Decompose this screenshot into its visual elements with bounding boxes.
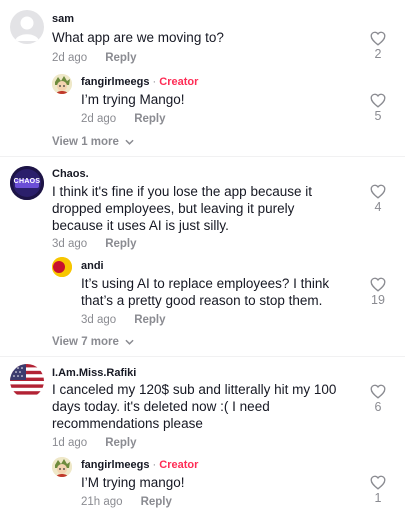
- like-count: 1: [374, 491, 382, 505]
- reply-meta: 3d ago Reply: [81, 314, 166, 326]
- view-more-replies-button[interactable]: View 1 more: [52, 136, 134, 148]
- like-button[interactable]: 4: [366, 184, 390, 214]
- reply-username-text: fangirlmeegs: [81, 76, 150, 88]
- badge-separator: ·: [152, 76, 157, 88]
- cartoon-avatar[interactable]: [52, 74, 72, 94]
- comment-text: I canceled my 120$ sub and litterally hi…: [52, 382, 337, 431]
- reply-text: I’m trying Mango!: [81, 92, 185, 107]
- reply-meta: 2d ago Reply: [81, 113, 166, 125]
- reply-text: It’s using AI to replace employees? I th…: [81, 276, 330, 308]
- like-count: 6: [374, 400, 382, 414]
- cartoon-avatar-icon: [52, 74, 72, 94]
- heart-icon: [370, 93, 386, 108]
- default-avatar[interactable]: [10, 10, 44, 44]
- cartoon-avatar-icon: [52, 457, 72, 477]
- reply-text: I’M trying mango!: [81, 475, 185, 490]
- like-button[interactable]: 19: [366, 277, 390, 307]
- reply-button[interactable]: Reply: [105, 52, 136, 64]
- red-yellow-avatar[interactable]: [52, 257, 72, 277]
- view-more-label: View 1 more: [52, 136, 119, 148]
- view-more-replies-button[interactable]: View 7 more: [52, 336, 134, 348]
- reply-button[interactable]: Reply: [105, 238, 136, 250]
- reply-meta: 21h ago Reply: [81, 496, 172, 508]
- comment-time: 2d ago: [52, 52, 88, 64]
- reply-button[interactable]: Reply: [134, 113, 165, 125]
- red-yellow-avatar-icon: [52, 257, 72, 277]
- badge-separator: ·: [152, 459, 157, 471]
- reply-time: 3d ago: [81, 314, 117, 326]
- creator-badge: Creator: [159, 76, 199, 88]
- reply-button[interactable]: Reply: [134, 314, 165, 326]
- cartoon-avatar[interactable]: [52, 457, 72, 477]
- like-button[interactable]: 6: [366, 384, 390, 414]
- heart-icon: [370, 475, 386, 490]
- reply-username[interactable]: fangirlmeegs · Creator: [81, 76, 198, 88]
- reply-username[interactable]: fangirlmeegs · Creator: [81, 459, 198, 471]
- like-button[interactable]: 2: [366, 31, 390, 61]
- comment-meta: 1d ago Reply: [52, 437, 137, 449]
- comment-text: What app are we moving to?: [52, 30, 224, 45]
- comment-meta: 3d ago Reply: [52, 238, 137, 250]
- section-divider: [0, 156, 405, 157]
- comment-username[interactable]: Chaos.: [52, 168, 89, 180]
- view-more-label: View 7 more: [52, 336, 119, 348]
- like-count: 19: [371, 293, 385, 307]
- heart-icon: [370, 384, 386, 399]
- us-flag-avatar[interactable]: [10, 364, 44, 398]
- comment-time: 1d ago: [52, 437, 88, 449]
- like-count: 5: [374, 109, 382, 123]
- reply-time: 2d ago: [81, 113, 117, 125]
- reply-button[interactable]: Reply: [141, 496, 172, 508]
- chaos-logo-text: CHAOS: [13, 178, 41, 185]
- reply-username[interactable]: andi: [81, 260, 104, 272]
- comment-username[interactable]: sam: [52, 13, 74, 25]
- comment-text: I think it's fine if you lose the app be…: [52, 184, 312, 233]
- section-divider: [0, 356, 405, 357]
- like-count: 4: [374, 200, 382, 214]
- heart-icon: [370, 184, 386, 199]
- comment-time: 3d ago: [52, 238, 88, 250]
- comment-username[interactable]: I.Am.Miss.Rafiki: [52, 367, 136, 379]
- reply-username-text: fangirlmeegs: [81, 459, 150, 471]
- chevron-down-icon: [125, 139, 134, 145]
- creator-badge: Creator: [159, 459, 199, 471]
- us-flag-icon: [10, 364, 44, 398]
- comment-meta: 2d ago Reply: [52, 52, 137, 64]
- chevron-down-icon: [125, 339, 134, 345]
- like-button[interactable]: 5: [366, 93, 390, 123]
- reply-button[interactable]: Reply: [105, 437, 136, 449]
- default-avatar-icon: [15, 16, 39, 41]
- chaos-logo-avatar[interactable]: CHAOS: [10, 166, 44, 200]
- heart-icon: [370, 31, 386, 46]
- heart-icon: [370, 277, 386, 292]
- reply-time: 21h ago: [81, 496, 123, 508]
- like-count: 2: [374, 47, 382, 61]
- like-button[interactable]: 1: [366, 475, 390, 505]
